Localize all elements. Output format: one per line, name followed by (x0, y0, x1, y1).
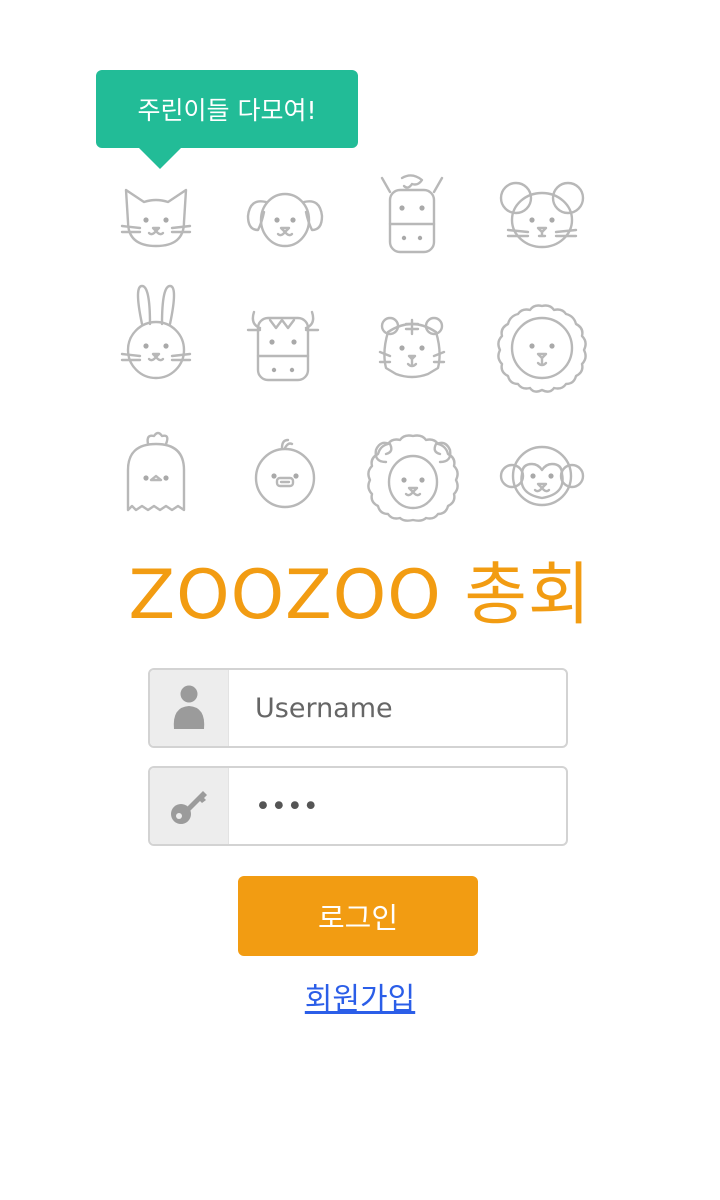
horse-icon (380, 174, 444, 254)
tiger-icon (378, 316, 446, 379)
monkey-icon (499, 445, 585, 507)
cat-icon (120, 188, 192, 248)
username-field-icon-box (150, 670, 229, 746)
user-icon (173, 685, 205, 729)
rabbit-icon (120, 284, 192, 380)
tooltip-text: 주린이들 다모여! (137, 96, 317, 125)
dog-icon (246, 192, 324, 248)
mouse-icon (499, 181, 585, 249)
username-input[interactable] (229, 670, 566, 746)
signup-link[interactable]: 회원가입 (0, 976, 720, 1024)
password-field-icon-box (150, 768, 229, 844)
chick-icon (254, 438, 316, 509)
cow-icon (246, 310, 320, 382)
lion-icon (497, 304, 587, 393)
chicken-icon (126, 431, 186, 512)
password-field[interactable] (148, 766, 568, 846)
key-icon (171, 791, 207, 824)
login-button[interactable]: 로그인 (238, 876, 478, 956)
sheep-icon (367, 434, 459, 522)
password-input[interactable] (229, 768, 566, 844)
welcome-tooltip: 주린이들 다모여! (96, 70, 358, 169)
tooltip-arrow (138, 147, 182, 169)
username-field[interactable] (148, 668, 568, 748)
app-title: ZOOZOO 총회 (128, 556, 592, 635)
